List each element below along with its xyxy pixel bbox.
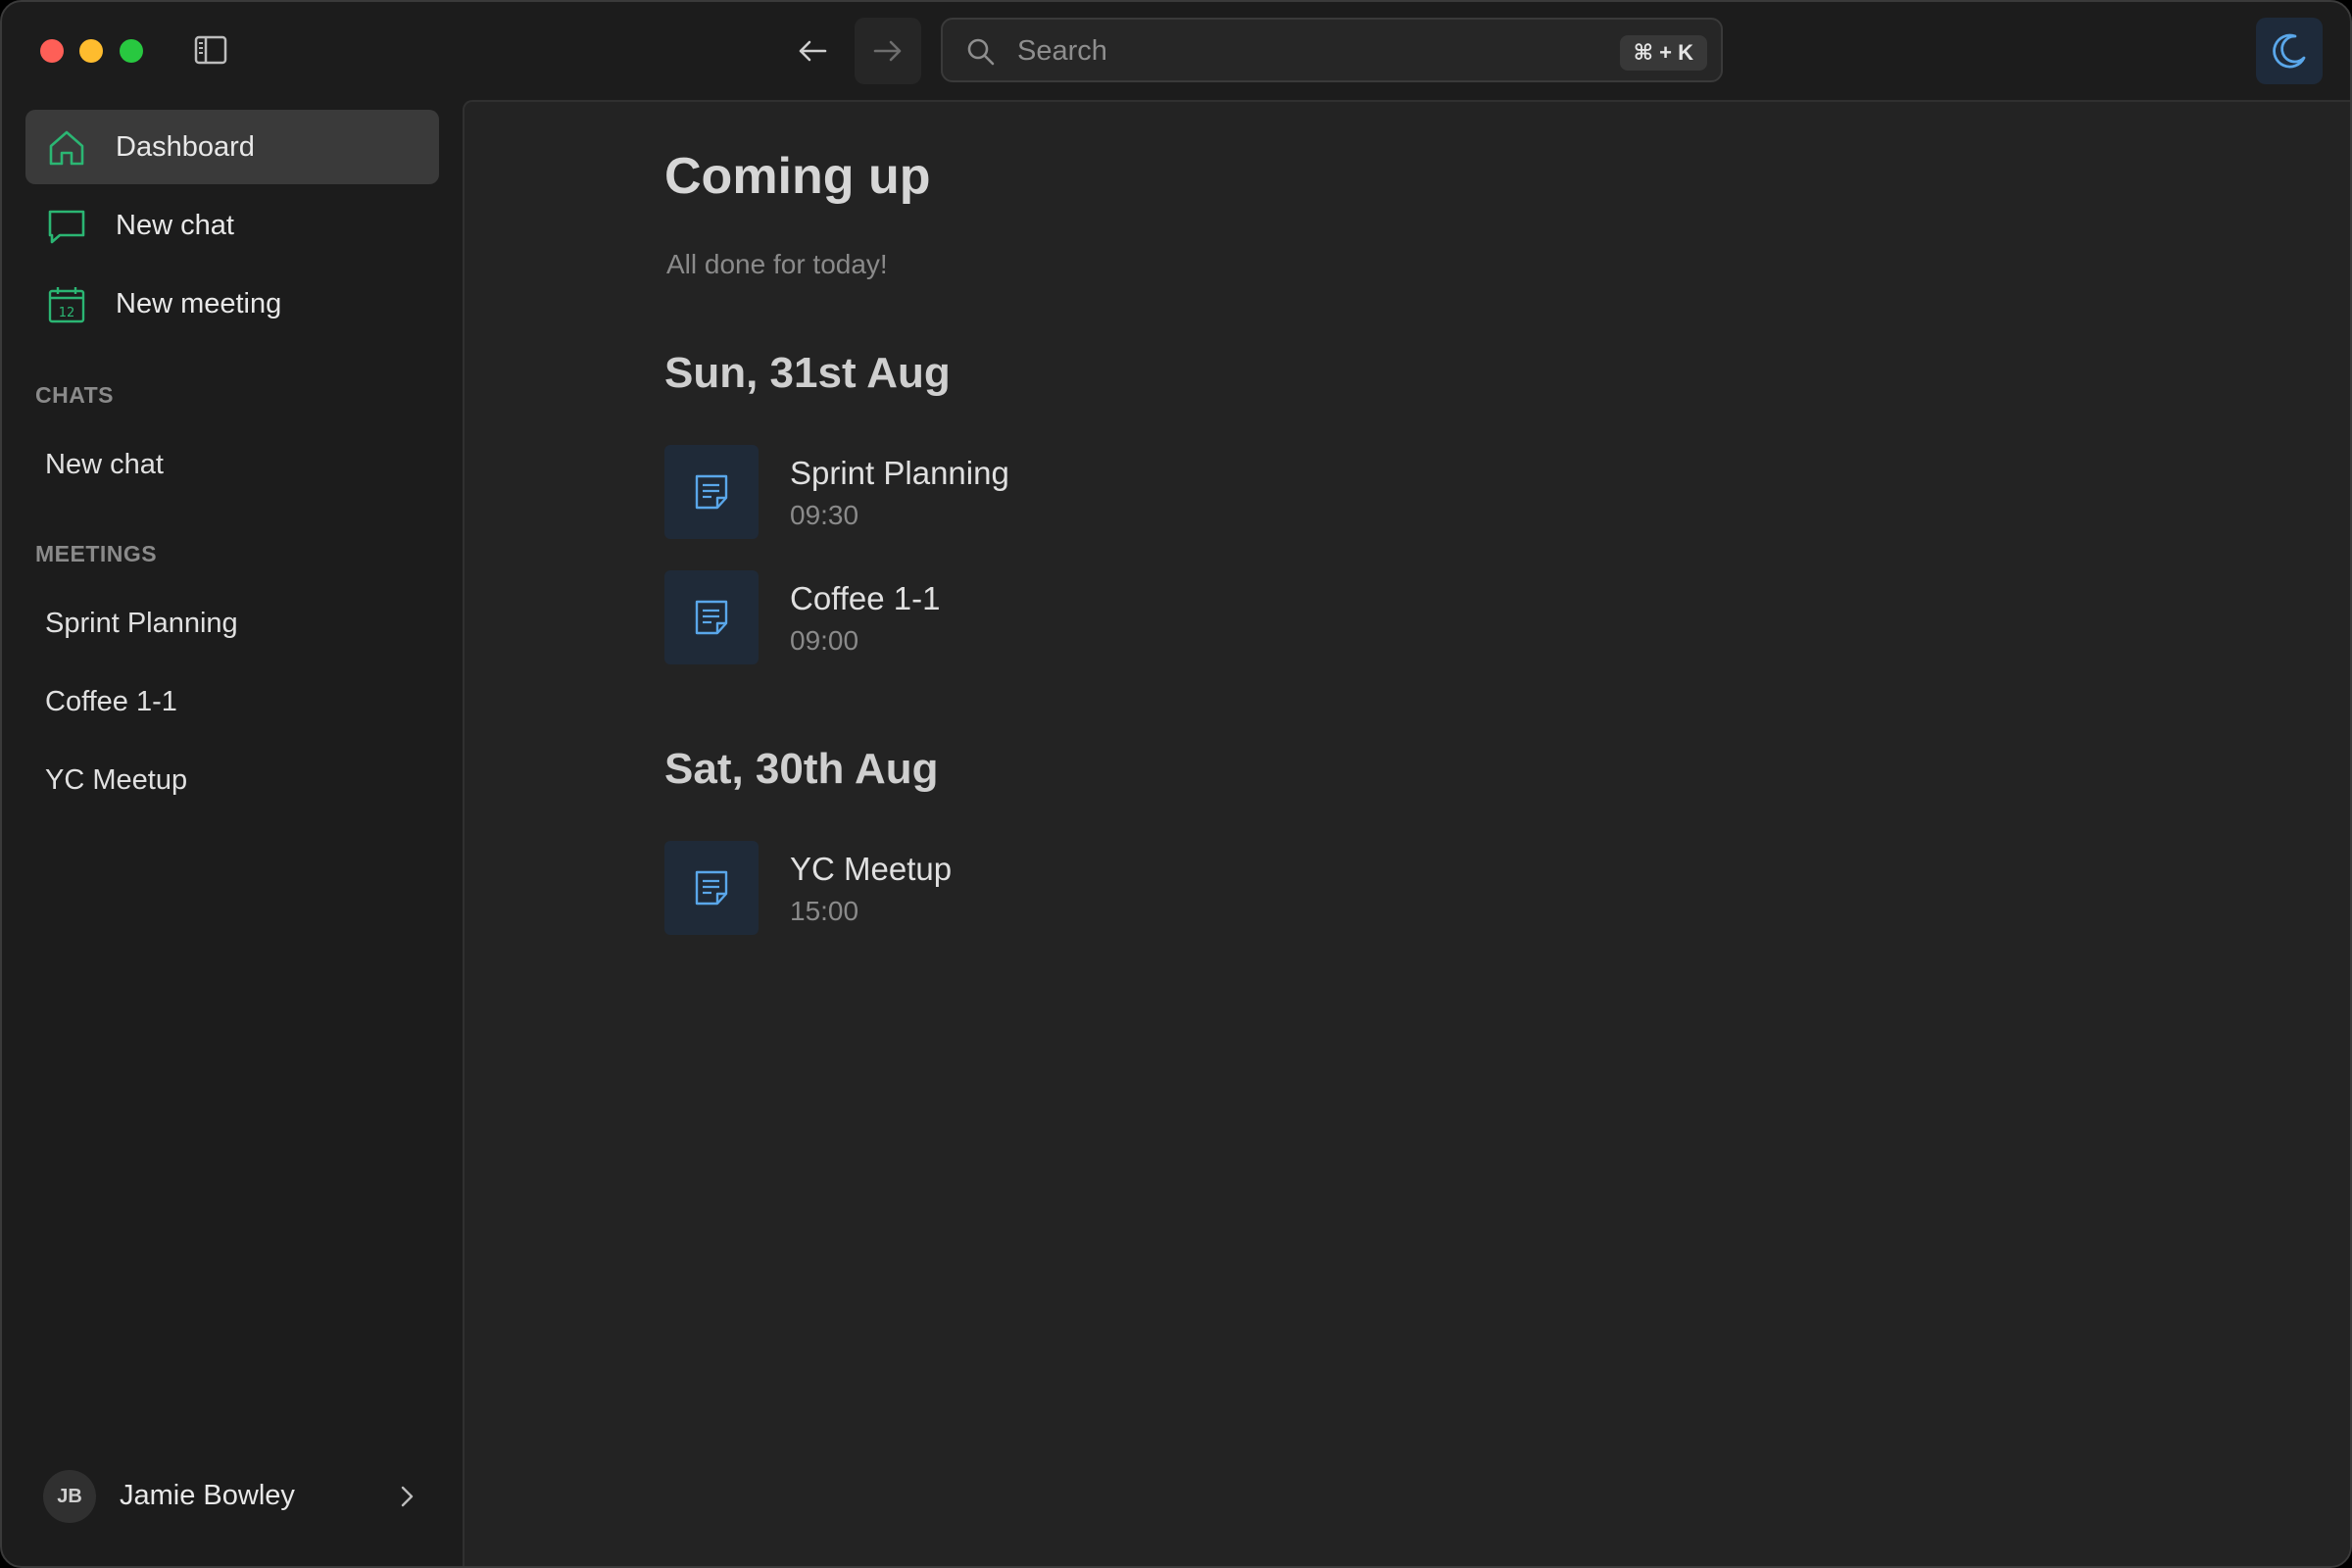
note-icon: [664, 841, 759, 935]
forward-button[interactable]: [855, 18, 921, 84]
sidebar-item-label: New meeting: [116, 288, 282, 319]
status-text: All done for today!: [666, 249, 888, 279]
sidebar-meeting-item[interactable]: Coffee 1-1: [45, 684, 177, 719]
theme-toggle-button[interactable]: [2256, 18, 2323, 84]
close-window-button[interactable]: [40, 39, 64, 63]
meeting-card[interactable]: Coffee 1-1 09:00: [664, 570, 1252, 666]
meeting-card[interactable]: Sprint Planning 09:30: [664, 445, 1252, 541]
main-content: Coming up All done for today! Sun, 31st …: [463, 100, 2350, 1566]
meeting-time: 09:30: [790, 500, 859, 530]
sidebar-item-new-chat[interactable]: New chat: [25, 188, 439, 263]
app-window: Search ⌘ + K Dashboard New chat 12 New m…: [0, 0, 2352, 1568]
day-heading: Sun, 31st Aug: [664, 349, 951, 397]
note-icon: [664, 570, 759, 664]
meeting-time: 09:00: [790, 625, 859, 656]
user-name: Jamie Bowley: [120, 1480, 295, 1511]
chevron-right-icon: [401, 1486, 414, 1507]
search-shortcut-badge: ⌘ + K: [1619, 35, 1707, 71]
user-profile-button[interactable]: JB Jamie Bowley: [43, 1470, 425, 1525]
sidebar-item-dashboard[interactable]: Dashboard: [25, 110, 439, 184]
avatar: JB: [43, 1470, 96, 1523]
note-icon: [664, 445, 759, 539]
meetings-section-header: MEETINGS: [35, 541, 158, 566]
zoom-window-button[interactable]: [120, 39, 143, 63]
calendar-icon: 12: [48, 287, 85, 323]
arrow-right-icon: [873, 40, 902, 62]
sidebar-meeting-item[interactable]: YC Meetup: [45, 762, 187, 798]
chat-bubble-icon: [48, 210, 85, 244]
meeting-title: Sprint Planning: [790, 455, 1009, 491]
arrow-left-icon: [799, 40, 827, 62]
meeting-title: YC Meetup: [790, 851, 953, 887]
meeting-card[interactable]: YC Meetup 15:00: [664, 841, 1252, 937]
chats-section-header: CHATS: [35, 382, 115, 408]
sidebar-item-label: New chat: [116, 210, 234, 241]
sidebar-meeting-item[interactable]: Sprint Planning: [45, 606, 238, 641]
back-button[interactable]: [779, 18, 846, 84]
meeting-time: 15:00: [790, 896, 859, 926]
search-placeholder: Search: [1017, 35, 1107, 67]
sidebar-item-new-meeting[interactable]: 12 New meeting: [25, 267, 439, 341]
meeting-title: Coffee 1-1: [790, 580, 941, 616]
svg-text:12: 12: [59, 306, 75, 320]
day-heading: Sat, 30th Aug: [664, 745, 939, 793]
search-bar[interactable]: Search ⌘ + K: [941, 18, 1723, 82]
moon-icon: [2273, 33, 2306, 69]
minimize-window-button[interactable]: [79, 39, 103, 63]
home-icon: [49, 130, 84, 166]
page-title: Coming up: [664, 148, 931, 205]
search-icon: [967, 38, 995, 66]
sidebar-item-label: Dashboard: [116, 131, 255, 163]
sidebar-chat-item[interactable]: New chat: [45, 447, 164, 482]
sidebar-toggle-icon[interactable]: [194, 35, 227, 65]
